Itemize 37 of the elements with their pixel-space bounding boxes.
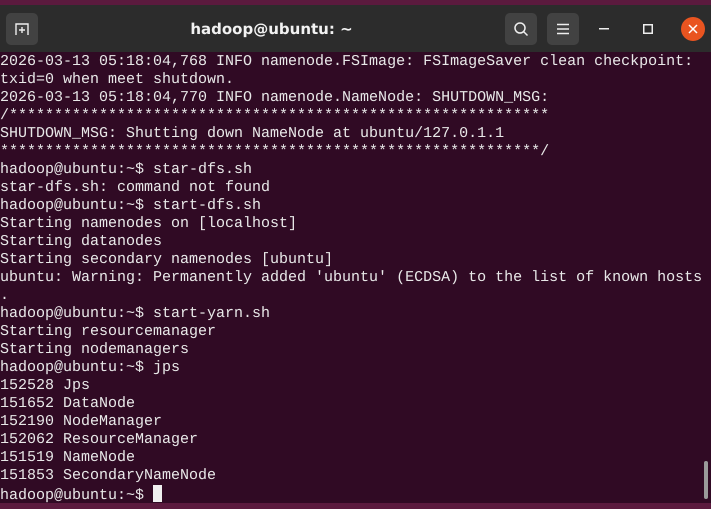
maximize-icon (643, 24, 653, 34)
terminal-line: Starting namenodes on [localhost] (0, 215, 298, 232)
terminal-line: ************************************************************/ (0, 143, 550, 160)
terminal-line: 151519 NameNode (0, 449, 136, 466)
terminal-line: hadoop@ubuntu:~$ (0, 487, 146, 504)
terminal-line: Starting resourcemanager (0, 323, 216, 340)
search-button[interactable] (505, 12, 537, 44)
terminal-line: 151853 SecondaryNameNode (0, 467, 216, 484)
search-icon (513, 20, 529, 36)
terminal-line: 152062 ResourceManager (0, 431, 198, 448)
terminal-line: SHUTDOWN_MSG: Shutting down NameNode at ubuntu/127.0.1.1 (0, 125, 504, 142)
terminal-line: txid=0 when meet shutdown. (0, 71, 234, 88)
terminal-line: hadoop@ubuntu:~$ start-dfs.sh (0, 197, 262, 214)
close-button[interactable] (681, 16, 705, 40)
terminal-line: 152190 NodeManager (0, 413, 162, 430)
terminal-line: 2026-03-13 05:18:04,768 INFO namenode.FSImage: FSImageSaver clean checkpoint: (0, 53, 694, 70)
terminal-line: . (0, 287, 10, 304)
scrollbar[interactable] (704, 461, 708, 499)
terminal-line: 2026-03-13 05:18:04,770 INFO namenode.NameNode: SHUTDOWN_MSG: (0, 89, 550, 106)
terminal-line: 152528 Jps (0, 377, 90, 394)
terminal-line: /************************************************************ (0, 107, 550, 124)
terminal-line: 151652 DataNode (0, 395, 136, 412)
terminal-line: hadoop@ubuntu:~$ star-dfs.sh (0, 161, 252, 178)
window-title: hadoop@ubuntu: ~ (189, 20, 354, 38)
minimize-icon (599, 28, 609, 30)
terminal-line: Starting datanodes (0, 233, 162, 250)
menu-button[interactable] (547, 12, 579, 44)
new-tab-button[interactable] (6, 12, 38, 44)
terminal-line: hadoop@ubuntu:~$ start-yarn.sh (0, 305, 270, 322)
terminal-line: Starting nodemanagers (0, 341, 190, 358)
close-icon (688, 24, 698, 34)
new-tab-icon (14, 20, 30, 36)
terminal-line: star-dfs.sh: command not found (0, 179, 270, 196)
menu-icon (556, 22, 570, 34)
terminal-line: ubuntu: Warning: Permanently added 'ubuntu' (ECDSA) to the list of known hosts (0, 269, 702, 286)
terminal-line: Starting secondary namenodes [ubuntu] (0, 251, 334, 268)
terminal-line: hadoop@ubuntu:~$ jps (0, 359, 180, 376)
